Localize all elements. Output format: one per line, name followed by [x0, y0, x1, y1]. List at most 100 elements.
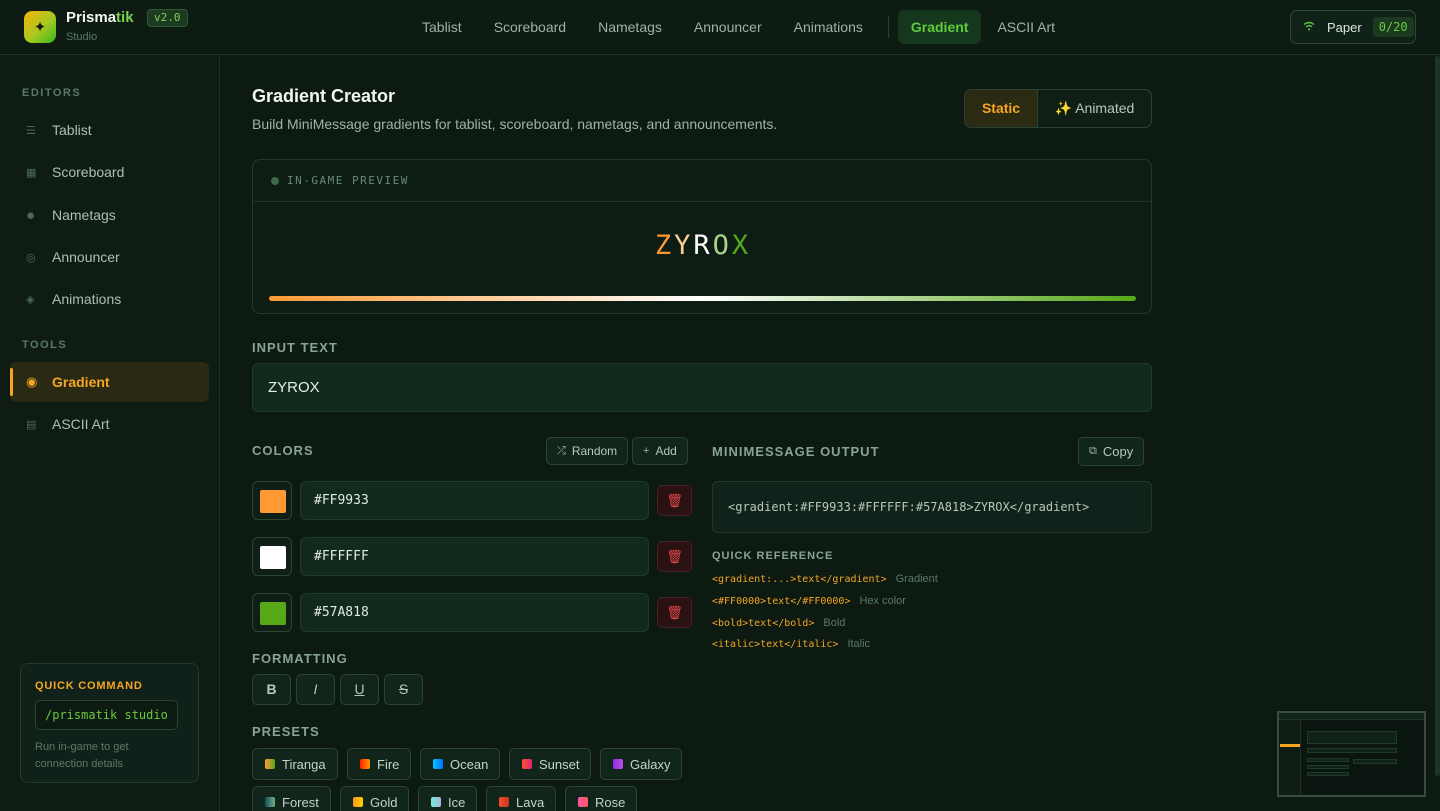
- reference-row: <gradient:...>text</gradient> Gradient: [712, 573, 938, 585]
- minimap-header: [1279, 713, 1424, 720]
- reference-description: Hex color: [859, 595, 906, 607]
- minimap-output: [1353, 759, 1397, 764]
- quick-reference-label: QUICK REFERENCE: [712, 550, 834, 562]
- sidebar-item-label: Animations: [52, 291, 122, 307]
- preset-label: Sunset: [539, 756, 580, 772]
- shuffle-icon: ⤮: [557, 444, 566, 457]
- minimap-sidebar: [1279, 720, 1301, 795]
- strikethrough-button[interactable]: S: [384, 674, 423, 705]
- nav-announcer[interactable]: Announcer: [678, 10, 778, 44]
- preset-tiranga-button[interactable]: Tiranga: [252, 748, 338, 780]
- colors-label: COLORS: [252, 443, 314, 458]
- server-name: Paper: [1327, 19, 1362, 35]
- nav-scoreboard[interactable]: Scoreboard: [478, 10, 582, 44]
- preset-swatch-icon: [613, 759, 623, 769]
- preset-galaxy-button[interactable]: Galaxy: [600, 748, 683, 780]
- nav-nametags[interactable]: Nametags: [582, 10, 678, 44]
- preset-lava-button[interactable]: Lava: [486, 786, 557, 811]
- animated-mode-button[interactable]: ✨ Animated: [1038, 90, 1151, 127]
- sidebar-item-announcer[interactable]: ◎ Announcer: [10, 237, 209, 277]
- plus-icon: +: [643, 445, 650, 457]
- nav-tablist[interactable]: Tablist: [406, 10, 478, 44]
- preset-ice-button[interactable]: Ice: [418, 786, 478, 811]
- preset-swatch-icon: [433, 759, 443, 769]
- sidebar-item-animations[interactable]: ◈ Animations: [10, 279, 209, 319]
- sidebar-item-tablist[interactable]: ☰ Tablist: [10, 110, 209, 150]
- nav-gradient[interactable]: Gradient: [897, 10, 982, 44]
- delete-color-button[interactable]: 🗑: [657, 485, 692, 516]
- top-nav: Tablist Scoreboard Nametags Announcer An…: [406, 10, 1071, 44]
- italic-button[interactable]: I: [296, 674, 335, 705]
- nav-ascii-art[interactable]: ASCII Art: [981, 10, 1071, 44]
- top-bar: ✦ Prismatik v2.0 Studio Tablist Scoreboa…: [0, 0, 1440, 55]
- input-text-field[interactable]: [252, 363, 1152, 412]
- preset-ocean-button[interactable]: Ocean: [420, 748, 501, 780]
- add-label: Add: [655, 444, 677, 458]
- preset-label: Tiranga: [282, 756, 326, 772]
- add-color-button[interactable]: + Add: [632, 437, 688, 465]
- delete-color-button[interactable]: 🗑: [657, 541, 692, 572]
- delete-color-button[interactable]: 🗑: [657, 597, 692, 628]
- color-picker[interactable]: [252, 537, 292, 576]
- color-swatch: [260, 602, 286, 625]
- minimap-row: [1307, 772, 1349, 776]
- random-button[interactable]: ⤮ Random: [546, 437, 629, 465]
- preset-swatch-icon: [522, 759, 532, 769]
- color-picker[interactable]: [252, 593, 292, 632]
- scrollbar-thumb[interactable]: [1435, 56, 1440, 776]
- output-label: MINIMESSAGE OUTPUT: [712, 444, 880, 459]
- minimessage-output[interactable]: <gradient:#FF9933:#FFFFFF:#57A818>ZYROX<…: [712, 481, 1152, 533]
- color-swatch: [260, 490, 286, 513]
- sidebar-item-label: Nametags: [52, 207, 116, 223]
- color-row: 🗑: [252, 481, 692, 520]
- sidebar-item-gradient[interactable]: ◉ Gradient: [10, 362, 209, 402]
- bold-button[interactable]: B: [252, 674, 291, 705]
- status-dot-icon: [271, 176, 279, 185]
- color-swatch: [260, 546, 286, 569]
- quick-command-description: Run in-game to get connection details: [35, 741, 129, 770]
- preset-sunset-button[interactable]: Sunset: [509, 748, 592, 780]
- copy-button[interactable]: ⧉ Copy: [1078, 437, 1145, 466]
- nav-divider: [887, 16, 889, 38]
- wifi-icon: [1303, 21, 1317, 34]
- sparkle-icon: ✦: [33, 19, 47, 36]
- preset-gold-button[interactable]: Gold: [340, 786, 410, 811]
- trash-icon: 🗑: [666, 549, 683, 564]
- preview-letter: Z: [654, 230, 675, 261]
- sidebar-item-label: Scoreboard: [52, 164, 125, 180]
- in-game-preview: IN-GAME PREVIEW ZYROX: [252, 159, 1152, 314]
- preset-swatch-icon: [578, 797, 588, 807]
- sidebar-item-nametags[interactable]: ● Nametags: [10, 195, 209, 235]
- page-minimap[interactable]: [1277, 711, 1426, 797]
- preset-fire-button[interactable]: Fire: [347, 748, 412, 780]
- logo[interactable]: ✦: [24, 11, 56, 43]
- reference-description: Bold: [823, 617, 846, 629]
- hex-input[interactable]: [300, 481, 649, 520]
- color-row: 🗑: [252, 537, 692, 576]
- preset-swatch-icon: [499, 797, 509, 807]
- preset-rose-button[interactable]: Rose: [565, 786, 638, 811]
- color-row: 🗑: [252, 593, 692, 632]
- quick-command-code[interactable]: /prismatik studio: [35, 700, 178, 730]
- tag-icon: ●: [26, 206, 36, 224]
- static-mode-button[interactable]: Static: [965, 90, 1038, 127]
- underline-button[interactable]: U: [340, 674, 379, 705]
- page-description: Build MiniMessage gradients for tablist,…: [252, 116, 778, 132]
- server-status[interactable]: Paper 0/20: [1290, 10, 1416, 44]
- nav-animations[interactable]: Animations: [778, 10, 879, 44]
- sidebar-item-scoreboard[interactable]: ▦ Scoreboard: [10, 152, 209, 192]
- input-text-label: INPUT TEXT: [252, 340, 338, 355]
- preview-header: IN-GAME PREVIEW: [253, 160, 1151, 202]
- preset-label: Rose: [595, 794, 626, 810]
- random-label: Random: [571, 444, 618, 458]
- color-picker[interactable]: [252, 481, 292, 520]
- formatting-label: FORMATTING: [252, 651, 348, 666]
- preset-label: Ice: [448, 794, 466, 810]
- minimap-input: [1307, 748, 1397, 753]
- hex-input[interactable]: [300, 537, 649, 576]
- hex-input[interactable]: [300, 593, 649, 632]
- preset-swatch-icon: [265, 759, 275, 769]
- reference-description: Italic: [847, 638, 871, 650]
- preset-forest-button[interactable]: Forest: [252, 786, 331, 811]
- sidebar-item-ascii-art[interactable]: ▤ ASCII Art: [10, 404, 209, 444]
